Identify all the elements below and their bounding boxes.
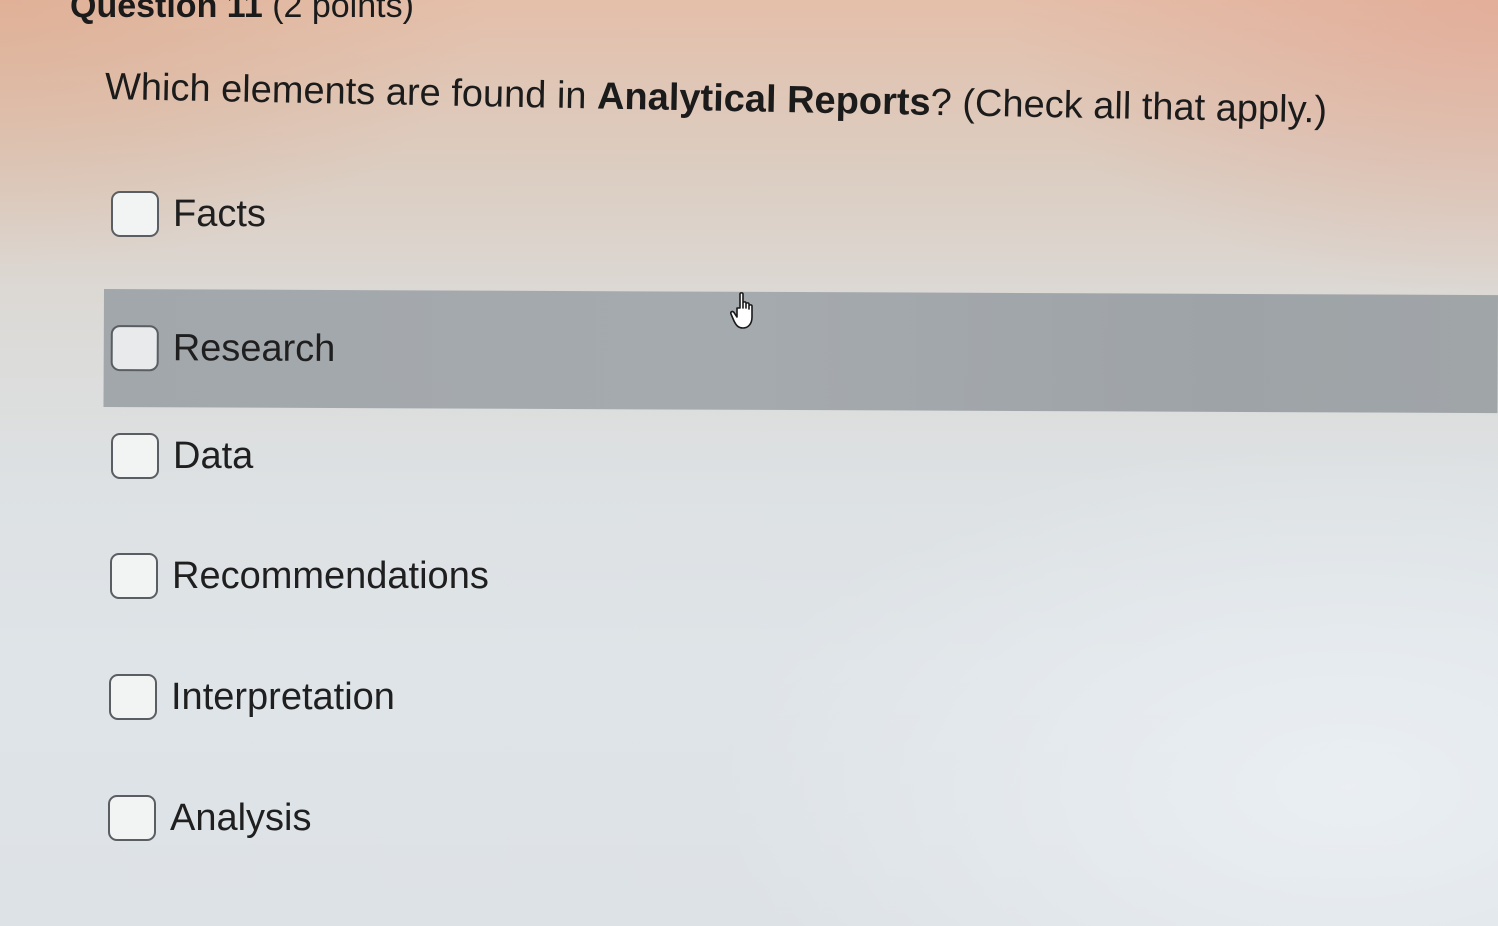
checkbox-analysis[interactable]: [108, 795, 156, 841]
option-label: Interpretation: [171, 676, 395, 718]
option-interpretation[interactable]: Interpretation: [102, 638, 1496, 756]
option-recommendations[interactable]: Recommendations: [103, 517, 1497, 635]
checkbox-data[interactable]: [111, 433, 159, 479]
question-prompt: Which elements are found in Analytical R…: [105, 64, 1328, 133]
option-label: Data: [173, 435, 254, 477]
option-research[interactable]: Research: [103, 289, 1498, 414]
hand-pointer-icon: [730, 292, 753, 329]
checkbox-facts[interactable]: [111, 191, 159, 237]
prompt-text-after: ? (Check all that apply.): [930, 81, 1328, 132]
option-facts[interactable]: Facts: [104, 155, 1498, 273]
option-label: Recommendations: [172, 555, 489, 597]
prompt-text-bold: Analytical Reports: [596, 75, 932, 124]
question-number: Question 11: [70, 0, 263, 25]
checkbox-recommendations[interactable]: [110, 553, 158, 599]
option-label: Facts: [173, 193, 266, 235]
quiz-page: Question 11 (2 points) Which elements ar…: [0, 0, 1498, 926]
option-label: Research: [172, 327, 336, 371]
option-analysis[interactable]: Analysis: [101, 759, 1495, 877]
prompt-text-before: Which elements are found in: [104, 66, 598, 118]
question-points: (2 points): [272, 0, 414, 25]
checkbox-research[interactable]: [110, 325, 159, 372]
option-label: Analysis: [170, 797, 312, 839]
question-header: Question 11 (2 points): [70, 0, 414, 26]
checkbox-interpretation[interactable]: [109, 674, 157, 720]
option-data[interactable]: Data: [104, 397, 1498, 515]
